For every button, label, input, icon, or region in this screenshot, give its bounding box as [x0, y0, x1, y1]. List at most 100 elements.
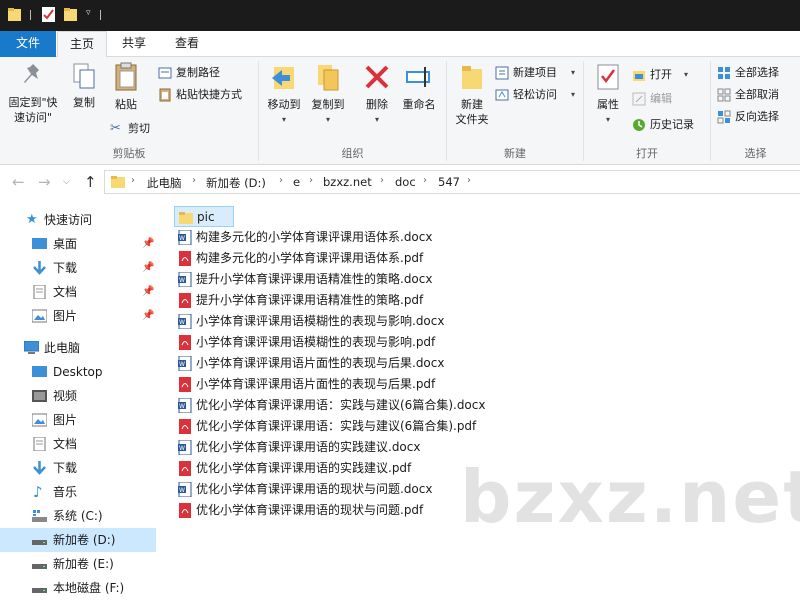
up-arrow-icon[interactable]: ↑: [84, 173, 97, 191]
tab-view[interactable]: 查看: [162, 31, 212, 57]
watermark: bzxz.net: [460, 455, 800, 539]
breadcrumb-doc[interactable]: doc: [395, 175, 416, 189]
breadcrumb-chevron-icon[interactable]: ›: [380, 175, 384, 186]
tab-file[interactable]: 文件: [0, 31, 56, 57]
invert-selection-icon: [717, 110, 731, 124]
copy-button[interactable]: 复制: [66, 61, 102, 110]
file-name: pic: [197, 210, 215, 224]
ribbon-tabs: 文件 主页 共享 查看: [0, 31, 800, 58]
nav-pc-documents-label: 文档: [53, 437, 78, 451]
recent-locations-chevron-icon[interactable]: ⌵: [63, 177, 70, 187]
pictures-icon: [32, 309, 47, 323]
new-folder-button[interactable]: 新建 文件夹: [451, 61, 493, 127]
paste-button[interactable]: 粘贴: [106, 61, 146, 112]
download-arrow-icon: [33, 261, 46, 275]
pin-to-quick-access-button[interactable]: 固定到"快 速访问": [2, 61, 64, 125]
drive-icon: [32, 588, 47, 593]
nav-downloads-quick[interactable]: 下载 📌: [0, 256, 156, 280]
word-document-icon: W: [178, 314, 192, 329]
tab-share[interactable]: 共享: [109, 31, 159, 57]
nav-pc-music-label: 音乐: [53, 485, 78, 499]
breadcrumb-chevron-icon[interactable]: ›: [192, 175, 196, 186]
drive-icon: [32, 540, 47, 545]
select-none-icon: [717, 88, 731, 102]
easy-access-icon: [495, 89, 509, 101]
nav-drive-c[interactable]: 系统 (C:): [0, 504, 156, 528]
breadcrumb-chevron-icon[interactable]: ›: [279, 175, 283, 186]
folder-icon[interactable]: [8, 7, 21, 22]
select-all-label: 全部选择: [735, 66, 779, 79]
document-icon: [33, 437, 46, 451]
nav-this-pc[interactable]: 此电脑: [0, 336, 156, 360]
select-all-icon: [718, 67, 730, 79]
file-name: 小学体育课评课用语模糊性的表现与影响.pdf: [196, 335, 436, 349]
breadcrumb-this-pc[interactable]: 此电脑: [147, 175, 182, 191]
word-document-icon: W: [178, 230, 192, 245]
nav-drive-e-label: 新加卷 (E:): [53, 557, 114, 571]
nav-drive-d[interactable]: 新加卷 (D:): [0, 528, 156, 552]
nav-drive-e[interactable]: 新加卷 (E:): [0, 552, 156, 576]
svg-text:W: W: [179, 487, 185, 494]
new-folder-icon: [462, 66, 482, 89]
select-none-label: 全部取消: [735, 88, 779, 101]
breadcrumb-bzxz[interactable]: bzxz.net: [323, 175, 372, 189]
breadcrumb-chevron-icon[interactable]: ›: [467, 175, 471, 186]
properties-icon: [597, 64, 619, 90]
svg-text:W: W: [179, 403, 185, 410]
nav-pc-videos[interactable]: 视频: [0, 384, 156, 408]
breadcrumb-chevron-icon[interactable]: ›: [309, 175, 313, 186]
nav-desktop-quick[interactable]: 桌面 📌: [0, 232, 156, 256]
tab-home[interactable]: 主页: [57, 31, 107, 58]
nav-this-pc-label: 此电脑: [44, 341, 81, 355]
customize-dropdown-icon[interactable]: ▿: [86, 8, 91, 18]
breadcrumb-drive-d[interactable]: 新加卷 (D:): [206, 175, 266, 191]
delete-label: 删除: [366, 98, 388, 111]
nav-quick-access[interactable]: ★ 快速访问: [0, 208, 156, 232]
properties-check-icon[interactable]: [42, 7, 55, 22]
back-arrow-icon[interactable]: ←: [12, 173, 25, 191]
forward-arrow-icon[interactable]: →: [38, 173, 51, 191]
list-item-folder-pic[interactable]: pic: [174, 206, 234, 227]
properties-label: 属性: [597, 98, 619, 111]
nav-pc-downloads[interactable]: 下载: [0, 456, 156, 480]
nav-drive-d-label: 新加卷 (D:): [53, 533, 116, 547]
nav-pc-documents[interactable]: 文档: [0, 432, 156, 456]
copy-to-button[interactable]: 复制到 ▾: [307, 61, 349, 127]
word-document-icon: W: [178, 482, 192, 497]
document-icon: [33, 285, 46, 299]
nav-documents-quick[interactable]: 文档 📌: [0, 280, 156, 304]
file-name: 优化小学体育课评课用语的实践建议.docx: [196, 440, 421, 454]
nav-pc-pictures[interactable]: 图片: [0, 408, 156, 432]
rename-button[interactable]: 重命名: [397, 61, 441, 112]
move-to-button[interactable]: 移动到 ▾: [263, 61, 305, 127]
address-bar[interactable]: › 此电脑 › 新加卷 (D:) › e › bzxz.net › doc › …: [104, 170, 800, 194]
word-document-icon: W: [178, 356, 192, 371]
new-item-icon: [495, 66, 509, 80]
breadcrumb-chevron-icon[interactable]: ›: [131, 175, 135, 186]
breadcrumb-e[interactable]: e: [293, 175, 300, 189]
navigation-pane: ★ 快速访问 桌面 📌 下载 📌 文档 📌 图片 📌 此电脑 Desktop 视…: [0, 199, 156, 600]
clipboard-group-label: 剪贴板: [112, 147, 146, 160]
file-name: 优化小学体育课评课用语的现状与问题.pdf: [196, 503, 424, 517]
desktop-icon: [32, 366, 47, 377]
delete-button[interactable]: 删除 ▾: [359, 61, 395, 127]
nav-pc-music[interactable]: ♪ 音乐: [0, 480, 156, 504]
breadcrumb-547[interactable]: 547: [438, 175, 460, 189]
folder-icon: [111, 176, 125, 188]
file-name: 构建多元化的小学体育课评课用语体系.docx: [196, 230, 433, 244]
word-document-icon: W: [178, 398, 192, 413]
nav-pictures-quick[interactable]: 图片 📌: [0, 304, 156, 328]
nav-drive-f[interactable]: 本地磁盘 (F:): [0, 576, 156, 600]
breadcrumb-chevron-icon[interactable]: ›: [423, 175, 427, 186]
file-name: 优化小学体育课评课用语的现状与问题.docx: [196, 482, 433, 496]
delete-dropdown-icon: ▾: [374, 115, 379, 124]
properties-button[interactable]: 属性 ▾: [590, 61, 626, 127]
rename-label: 重命名: [402, 98, 436, 111]
file-name: 提升小学体育课评课用语精准性的策略.docx: [196, 272, 433, 286]
pin-icon: [24, 64, 39, 83]
quick-access-separator: [30, 10, 31, 20]
nav-pc-desktop[interactable]: Desktop: [0, 360, 156, 384]
new-folder-icon[interactable]: [64, 7, 77, 22]
pdf-document-icon: [179, 503, 191, 518]
properties-dropdown-icon: ▾: [605, 115, 610, 124]
